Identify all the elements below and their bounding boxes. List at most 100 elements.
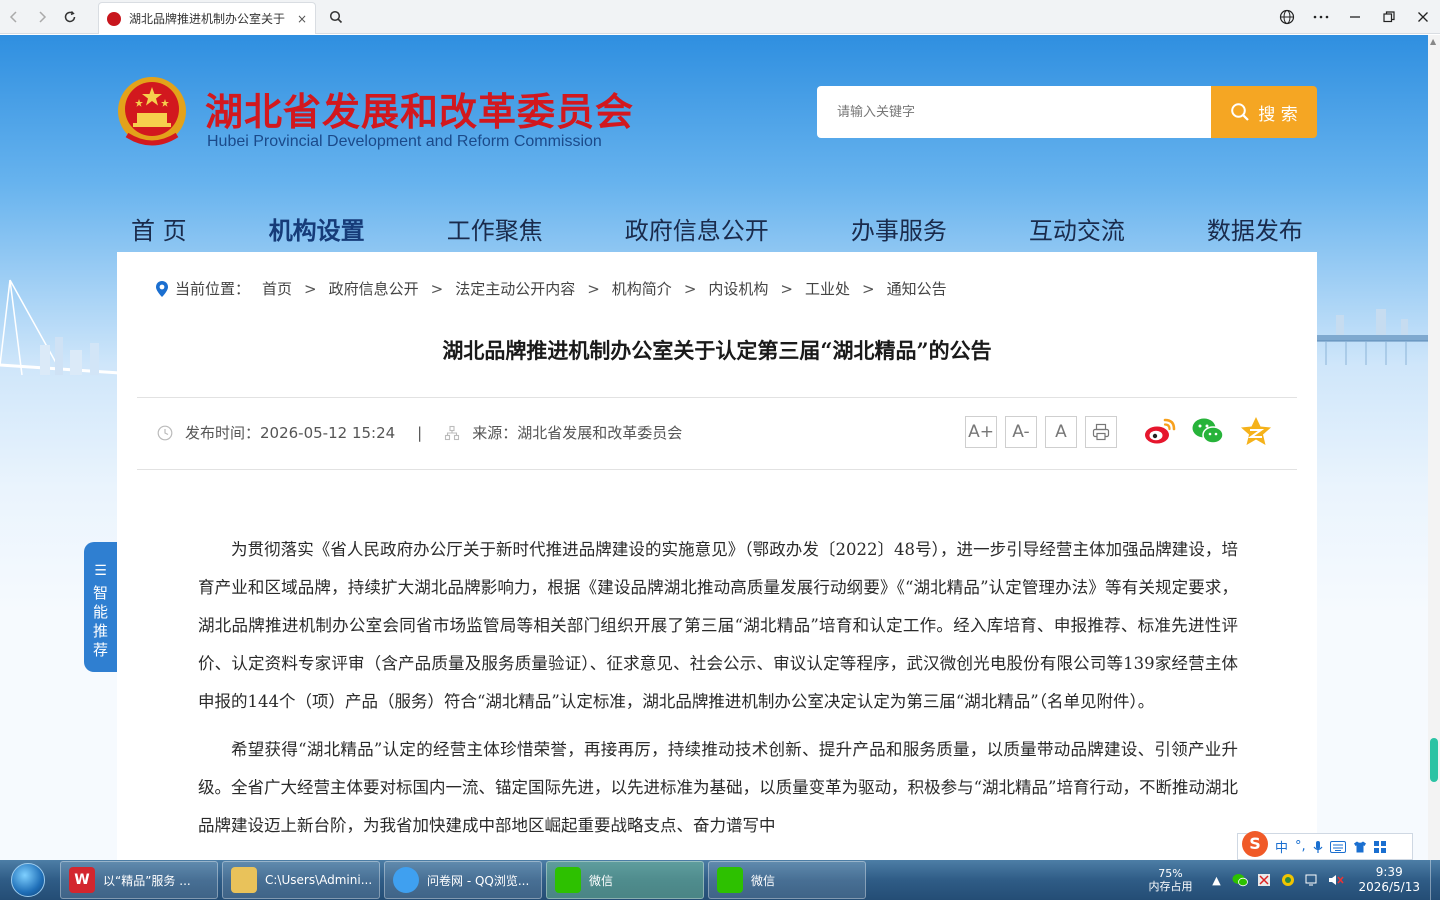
- weibo-icon: [1145, 418, 1176, 444]
- nav-item-services[interactable]: 办事服务: [851, 211, 947, 246]
- search-button-label: 搜 索: [1258, 104, 1298, 125]
- tab-title: 湖北品牌推进机制办公室关于: [129, 12, 286, 26]
- national-emblem-logo: [118, 77, 186, 146]
- breadcrumb-separator: >: [587, 279, 600, 298]
- site-title: 湖北省发展和改革委员会: [205, 90, 635, 134]
- side-tab-char: 荐: [92, 641, 108, 659]
- scrollbar-thumb[interactable]: [1430, 738, 1438, 782]
- taskbar-item-wps[interactable]: W 以“精品”服务 ...: [60, 861, 218, 899]
- taskbar-item-explorer[interactable]: C:\Users\Admini...: [222, 861, 380, 899]
- show-desktop-button[interactable]: [1430, 860, 1440, 900]
- wechat-icon: [1192, 418, 1224, 444]
- breadcrumb-separator: >: [780, 279, 793, 298]
- restore-icon: [1383, 11, 1395, 23]
- share-weibo-button[interactable]: [1143, 414, 1177, 448]
- vertical-scrollbar[interactable]: ▲: [1428, 35, 1440, 860]
- chevron-left-icon: [9, 10, 17, 23]
- system-clock[interactable]: 9:39 2026/5/13: [1358, 865, 1420, 895]
- restore-button[interactable]: [1372, 0, 1406, 34]
- tab-close-button[interactable]: ×: [297, 12, 307, 26]
- scroll-up-arrow-icon[interactable]: ▲: [1430, 37, 1436, 46]
- smart-recommend-tab[interactable]: ☰ 智 能 推 荐: [84, 542, 117, 672]
- share-qzone-button[interactable]: [1239, 414, 1273, 448]
- breadcrumb-label: 当前位置：: [175, 280, 251, 298]
- ime-toolbar: S 中 °,: [1237, 830, 1413, 860]
- chat-bubble-icon: [717, 867, 743, 893]
- share-wechat-button[interactable]: [1191, 414, 1225, 448]
- ime-mode[interactable]: 中: [1275, 837, 1288, 856]
- back-button[interactable]: [0, 3, 28, 31]
- memory-label: 内存占用: [1148, 880, 1193, 893]
- punctuation-icon[interactable]: °,: [1295, 839, 1306, 854]
- bridge-skyline-illustration-right: [1316, 309, 1428, 365]
- nav-item-data-release[interactable]: 数据发布: [1207, 211, 1303, 246]
- skin-shirt-icon[interactable]: [1353, 841, 1367, 853]
- security-tray-icon[interactable]: [1254, 870, 1274, 890]
- list-icon: ☰: [94, 563, 107, 579]
- breadcrumb-item[interactable]: 工业处: [805, 278, 850, 299]
- globe-button[interactable]: [1270, 0, 1304, 34]
- article-card: 当前位置： 首页 > 政府信息公开 > 法定主动公开内容 > 机构简介 > 内设…: [117, 252, 1317, 860]
- tray-expand-icon[interactable]: ▲: [1206, 870, 1226, 890]
- taskbar-item-label: 以“精品”服务 ...: [103, 873, 191, 888]
- wps-icon: W: [69, 867, 95, 893]
- minimize-icon: [1350, 16, 1360, 18]
- taskbar-item-label: 问卷网 - QQ浏览...: [427, 873, 530, 888]
- sogou-logo-icon[interactable]: S: [1242, 830, 1268, 857]
- windows-taskbar: W 以“精品”服务 ... C:\Users\Admini... 问卷网 - Q…: [0, 860, 1440, 900]
- keyboard-icon[interactable]: [1329, 840, 1346, 853]
- more-menu-button[interactable]: [1304, 0, 1338, 34]
- search-button[interactable]: 搜 索: [1211, 86, 1317, 138]
- breadcrumb-item[interactable]: 法定主动公开内容: [455, 278, 575, 299]
- globe-icon: [1279, 9, 1295, 25]
- chevron-right-icon: [39, 10, 47, 23]
- font-decrease-button[interactable]: A-: [1005, 416, 1037, 448]
- share-controls: [1143, 414, 1273, 448]
- font-reset-button[interactable]: A: [1045, 416, 1077, 448]
- breadcrumb-item[interactable]: 机构简介: [612, 278, 672, 299]
- article-meta: 发布时间：2026-05-12 15:24 | 来源：湖北省发展和改革委员会: [157, 422, 682, 443]
- forward-button[interactable]: [28, 3, 56, 31]
- breadcrumb-item[interactable]: 内设机构: [708, 278, 768, 299]
- breadcrumb-item[interactable]: 通知公告: [887, 278, 947, 299]
- nav-item-organization[interactable]: 机构设置: [269, 211, 365, 246]
- taskbar-item-wechat[interactable]: 微信: [546, 861, 704, 899]
- printer-icon: [1092, 423, 1110, 441]
- toolbox-grid-icon[interactable]: [1373, 840, 1386, 853]
- breadcrumb-item[interactable]: 首页: [262, 278, 292, 299]
- article-paragraph: 为贯彻落实《省人民政府办公厅关于新时代推进品牌建设的实施意见》（鄂政办发〔202…: [198, 540, 1238, 711]
- network-tray-icon[interactable]: [1302, 870, 1322, 890]
- nav-item-home[interactable]: 首 页: [131, 211, 187, 246]
- nav-item-interaction[interactable]: 互动交流: [1029, 211, 1125, 246]
- taskbar-item-wechat-2[interactable]: 微信: [708, 861, 866, 899]
- publish-time: 发布时间：2026-05-12 15:24: [185, 424, 396, 442]
- close-window-button[interactable]: [1406, 0, 1440, 34]
- memory-usage[interactable]: 75% 内存占用: [1148, 867, 1192, 893]
- nav-item-gov-info[interactable]: 政府信息公开: [625, 211, 769, 246]
- system-tray: 75% 内存占用 ▲ 9:39 2026/5/13: [1148, 860, 1440, 900]
- breadcrumb-separator: >: [862, 279, 875, 298]
- microphone-icon[interactable]: [1313, 840, 1323, 854]
- browser-tab[interactable]: 湖北品牌推进机制办公室关于 ×: [98, 2, 316, 34]
- print-button[interactable]: [1085, 416, 1117, 448]
- reload-button[interactable]: [56, 3, 84, 31]
- breadcrumb-separator: >: [430, 279, 444, 298]
- start-button[interactable]: [0, 860, 56, 900]
- taskbar-item-label: C:\Users\Admini...: [265, 873, 373, 887]
- emblem-favicon-icon: [107, 11, 121, 26]
- page-background: 湖北省发展和改革委员会 Hubei Provincial Development…: [0, 35, 1428, 860]
- article-source: 来源：湖北省发展和改革委员会: [472, 424, 683, 442]
- search-input[interactable]: [817, 86, 1211, 138]
- breadcrumb-item[interactable]: 政府信息公开: [329, 278, 419, 299]
- input-method-tray-icon[interactable]: [1278, 870, 1298, 890]
- wechat-tray-icon[interactable]: [1230, 870, 1250, 890]
- tab-search-button[interactable]: [322, 3, 350, 31]
- nav-item-work-focus[interactable]: 工作聚焦: [447, 211, 543, 246]
- taskbar-item-qq-browser[interactable]: 问卷网 - QQ浏览...: [384, 861, 542, 899]
- wechat-icon: [555, 867, 581, 893]
- font-increase-button[interactable]: A+: [965, 416, 997, 448]
- volume-muted-icon[interactable]: [1326, 870, 1346, 890]
- qzone-star-icon: [1241, 417, 1271, 445]
- minimize-button[interactable]: [1338, 0, 1372, 34]
- side-tab-char: 能: [92, 603, 108, 621]
